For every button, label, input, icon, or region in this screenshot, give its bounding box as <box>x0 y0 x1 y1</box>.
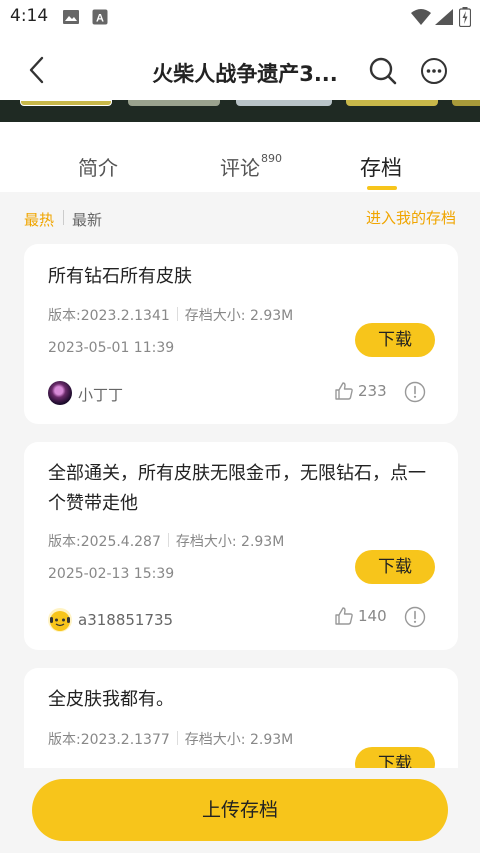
download-button[interactable]: 下载 <box>355 550 435 584</box>
archive-date: 2023-05-01 11:39 <box>48 340 175 356</box>
tab-archives[interactable]: 存档 <box>360 152 402 182</box>
sort-hot[interactable]: 最热 <box>24 209 54 230</box>
download-button[interactable]: 下载 <box>355 323 435 357</box>
archive-card[interactable]: 所有钻石所有皮肤 版本:2023.2.1341 存档大小: 2.93M 2023-… <box>24 244 458 424</box>
photo-icon <box>62 9 80 29</box>
sort-filter-row: 最热 最新 进入我的存档 <box>0 192 480 240</box>
archive-list[interactable]: 所有钻石所有皮肤 版本:2023.2.1341 存档大小: 2.93M 2023-… <box>0 240 480 768</box>
archive-title: 全部通关，所有皮肤无限金币，无限钻石，点一个赞带走他 <box>48 463 426 514</box>
tab-label: 存档 <box>360 156 402 180</box>
archive-version: 版本:2025.4.287 <box>48 534 161 550</box>
screenshot-thumbnail[interactable] <box>452 100 480 106</box>
divider <box>176 307 178 321</box>
archive-meta: 版本:2023.2.1377 存档大小: 2.93M <box>48 729 293 749</box>
thumbs-up-icon <box>334 606 354 630</box>
tab-comments[interactable]: 评论890 <box>220 152 282 181</box>
more-horizontal-icon[interactable] <box>420 57 448 89</box>
username[interactable]: 小丁丁 <box>78 384 123 405</box>
divider <box>63 210 64 225</box>
archive-size: 存档大小: 2.93M <box>184 308 294 324</box>
avatar[interactable] <box>48 381 72 405</box>
screenshot-thumbnail[interactable] <box>20 100 112 106</box>
download-button[interactable]: 下载 <box>355 747 435 768</box>
upload-archive-button[interactable]: 上传存档 <box>32 779 448 841</box>
avatar[interactable] <box>48 608 72 632</box>
thumbs-up-icon <box>334 381 354 405</box>
a-icon: A <box>92 9 108 29</box>
report-icon[interactable] <box>404 606 426 632</box>
archive-card[interactable]: 全皮肤我都有。 版本:2023.2.1377 存档大小: 2.93M 下载 <box>24 668 458 768</box>
archive-version: 版本:2023.2.1341 <box>48 308 170 324</box>
screenshot-thumbnail[interactable] <box>346 100 438 106</box>
like-count: 233 <box>358 382 387 400</box>
tab-label: 简介 <box>78 156 118 180</box>
signal-icon <box>434 8 454 30</box>
search-icon[interactable] <box>368 56 398 90</box>
my-archives-link[interactable]: 进入我的存档 <box>366 207 456 228</box>
username[interactable]: a318851735 <box>78 611 173 629</box>
svg-text:A: A <box>96 13 104 25</box>
archive-title: 全皮肤我都有。 <box>48 689 174 710</box>
status-time: 4:14 <box>10 6 49 26</box>
archive-card[interactable]: 全部通关，所有皮肤无限金币，无限钻石，点一个赞带走他 版本:2025.4.287… <box>24 442 458 650</box>
tab-intro[interactable]: 简介 <box>78 152 118 181</box>
archive-meta: 版本:2023.2.1341 存档大小: 2.93M <box>48 305 293 325</box>
report-icon[interactable] <box>404 381 426 407</box>
wifi-icon <box>410 8 432 30</box>
archive-meta: 版本:2025.4.287 存档大小: 2.93M <box>48 531 284 551</box>
screenshot-thumbnail[interactable] <box>236 100 332 106</box>
tab-bar: 简介 评论890 存档 <box>0 122 480 192</box>
battery-icon <box>458 7 472 31</box>
like-count: 140 <box>358 607 387 625</box>
chevron-left-icon[interactable] <box>26 56 48 88</box>
active-tab-indicator <box>367 186 397 190</box>
divider <box>167 533 169 547</box>
archive-date: 2025-02-13 15:39 <box>48 566 175 582</box>
screenshot-thumbnail[interactable] <box>128 100 220 106</box>
top-app-bar: 火柴人战争遗产3... <box>0 34 480 106</box>
sort-new[interactable]: 最新 <box>72 209 102 230</box>
archive-title: 所有钻石所有皮肤 <box>48 266 192 287</box>
archive-size: 存档大小: 2.93M <box>184 732 294 748</box>
comment-count-badge: 890 <box>261 152 282 165</box>
divider <box>176 731 178 745</box>
archive-size: 存档大小: 2.93M <box>175 534 285 550</box>
bottom-action-bar: 上传存档 <box>0 768 480 853</box>
status-bar: 4:14 A <box>0 0 480 34</box>
screenshot-carousel[interactable] <box>0 100 480 122</box>
page-title: 火柴人战争遗产3... <box>152 62 338 86</box>
archive-version: 版本:2023.2.1377 <box>48 732 170 748</box>
tab-label: 评论 <box>220 156 260 180</box>
